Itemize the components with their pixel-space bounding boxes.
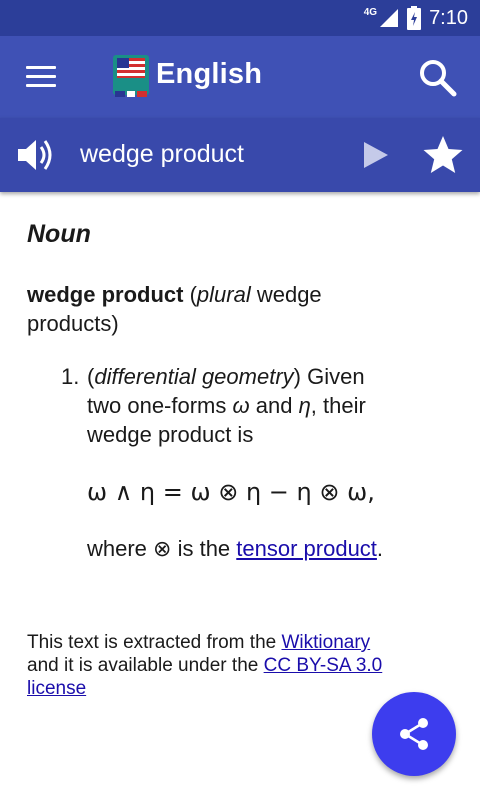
- speaker-icon[interactable]: [16, 135, 56, 175]
- sense-number: 1.: [61, 364, 80, 389]
- wiktionary-link[interactable]: Wiktionary: [281, 632, 370, 653]
- share-button[interactable]: [372, 692, 456, 776]
- part-of-speech: Noun: [27, 220, 91, 248]
- battery-icon: [407, 6, 422, 30]
- app-bar: English: [0, 36, 480, 118]
- network-type: 4G: [363, 6, 378, 18]
- signal-icon: [380, 9, 399, 27]
- star-icon[interactable]: [422, 134, 464, 176]
- where-line: where ⊗ is the tensor product.: [87, 536, 384, 561]
- headword: wedge product: [27, 282, 184, 307]
- plural-label: plural: [196, 282, 251, 307]
- share-icon: [400, 718, 428, 750]
- clock: 7:10: [429, 6, 468, 29]
- tensor-product-link[interactable]: tensor product: [236, 536, 377, 561]
- headword-line: wedge product (plural wedge products): [27, 282, 322, 336]
- app-title: English: [156, 58, 263, 90]
- word-bar: wedge product: [0, 118, 480, 192]
- attribution: This text is extracted from the Wiktiona…: [27, 632, 383, 699]
- sense-context: differential geometry: [94, 364, 294, 389]
- sense-text: (differential geometry) Given two one-fo…: [87, 364, 366, 447]
- formula: ω ∧ η = ω ⊗ η − η ⊗ ω,: [87, 478, 375, 506]
- search-icon[interactable]: [418, 58, 458, 98]
- play-icon[interactable]: [362, 140, 390, 170]
- menu-icon[interactable]: [26, 66, 56, 88]
- current-word: wedge product: [80, 140, 245, 168]
- status-bar: 4G 7:10: [0, 0, 480, 36]
- dictionary-logo-icon: [113, 55, 149, 97]
